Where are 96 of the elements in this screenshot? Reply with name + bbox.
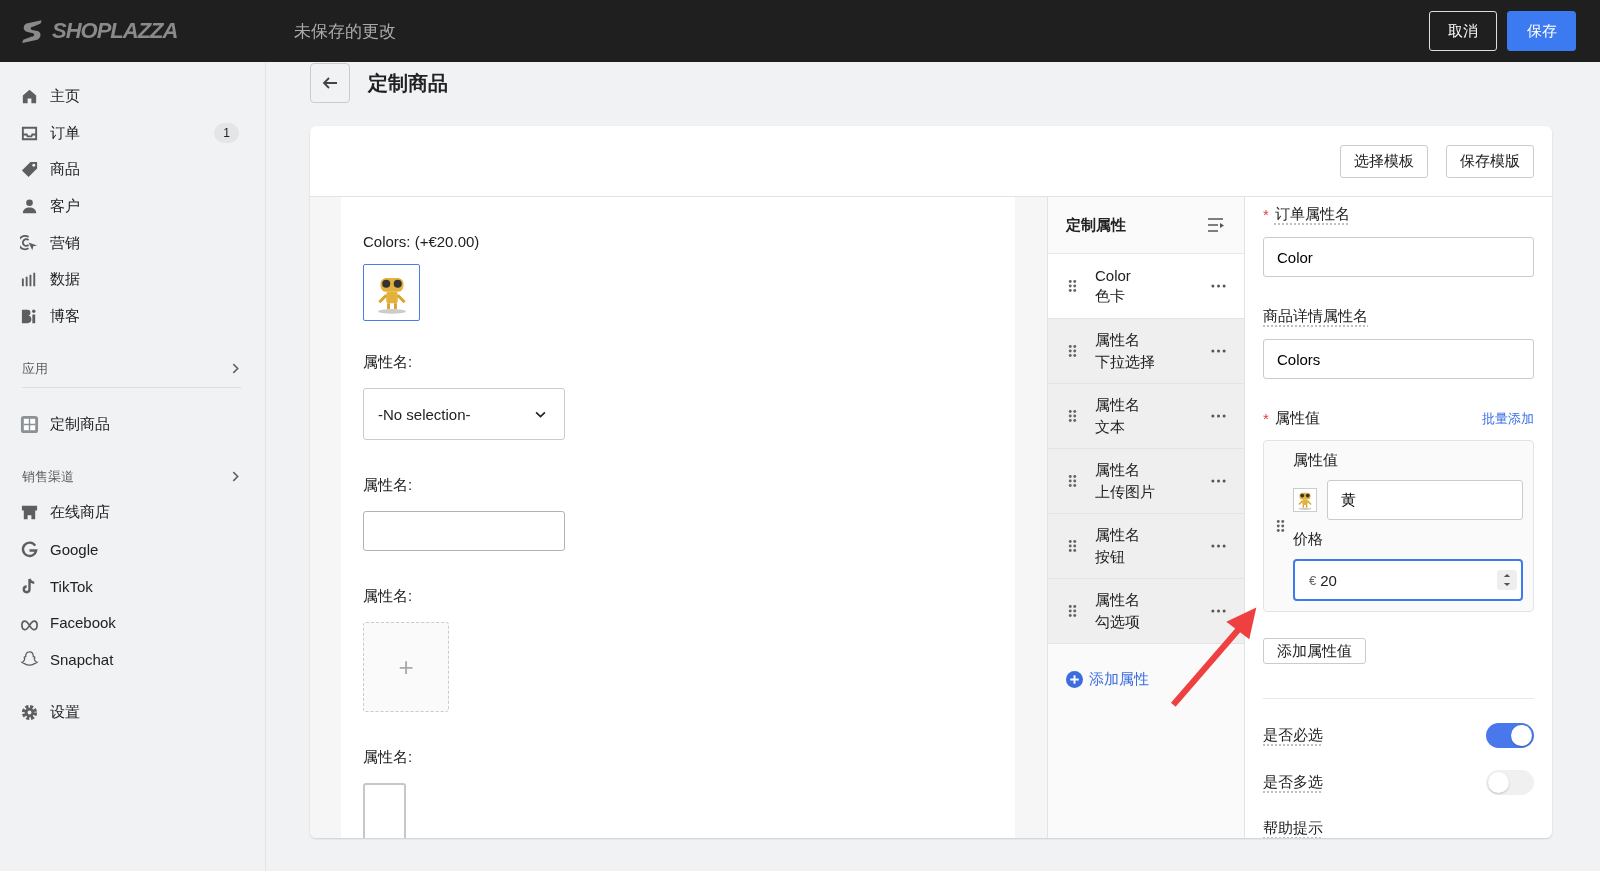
sidebar-item[interactable]: 商品 [20, 151, 245, 189]
chevron-right-icon[interactable] [230, 363, 241, 375]
attribute-type: 上传图片 [1095, 482, 1156, 502]
more-icon[interactable] [1211, 544, 1226, 548]
attribute-item[interactable]: 属性名 勾选项 [1048, 579, 1244, 644]
drag-handle-icon[interactable] [1276, 519, 1285, 533]
field-label: 属性值 [1293, 451, 1339, 470]
field-label: 属性名: [363, 587, 413, 606]
chevron-right-icon[interactable] [230, 471, 241, 482]
attribute-item[interactable]: 属性名 上传图片 [1048, 449, 1244, 514]
add-attribute-link[interactable]: 添加属性 [1048, 644, 1244, 715]
text-input[interactable]: 黄 [1327, 480, 1523, 520]
toggle-switch[interactable] [1486, 723, 1534, 748]
more-icon[interactable] [1211, 349, 1226, 353]
required-mark: * [1263, 206, 1269, 223]
attribute-name: 属性名 [1095, 395, 1141, 415]
text-input[interactable] [363, 511, 565, 551]
attribute-name: 属性名 [1095, 590, 1141, 610]
unsaved-changes-text: 未保存的更改 [294, 20, 396, 43]
count-badge: 1 [214, 123, 239, 144]
sidebar-item[interactable]: 客户 [20, 188, 245, 225]
tag-icon [20, 160, 39, 180]
attribute-type: 按钮 [1095, 547, 1126, 567]
settings-icon [20, 702, 39, 722]
toggle-label: 是否多选 [1263, 773, 1323, 792]
field-label: 属性值 [1274, 409, 1320, 428]
sidebar-item[interactable]: 在线商店 [20, 494, 245, 532]
toggle-label: 是否必选 [1263, 726, 1323, 745]
sidebar-item[interactable]: Google [20, 531, 245, 568]
image-swatch[interactable] [363, 264, 420, 321]
attribute-item[interactable]: Color 色卡 [1048, 254, 1244, 319]
field-label: 属性名: [363, 748, 413, 767]
field-label: 帮助提示 [1263, 819, 1324, 838]
logo-text: SHOPLAZZA [52, 18, 178, 44]
plus-circle-icon [1066, 671, 1083, 688]
drag-handle-icon[interactable] [1068, 344, 1077, 358]
attribute-name: 属性名 [1095, 330, 1141, 350]
attribute-name: 属性名 [1095, 525, 1141, 545]
sidebar-item[interactable]: Facebook [20, 604, 245, 642]
field-label: Colors: (+€20.00) [363, 233, 480, 250]
image-thumbnail[interactable] [1293, 488, 1317, 512]
field-label: 价格 [1293, 530, 1324, 549]
template-button[interactable]: 保存模版 [1446, 144, 1534, 178]
attribute-item[interactable]: 属性名 按钮 [1048, 514, 1244, 579]
text-input[interactable]: Color [1263, 237, 1534, 277]
page-title: 定制商品 [368, 70, 448, 96]
attribute-type: 色卡 [1095, 286, 1126, 306]
drag-handle-icon[interactable] [1068, 539, 1077, 553]
drag-handle-icon[interactable] [1068, 474, 1077, 488]
toggle-switch[interactable] [1486, 770, 1534, 795]
sidebar-item[interactable]: 定制商品 [20, 405, 245, 443]
sidebar-item[interactable]: 设置 [20, 693, 245, 731]
drag-handle-icon[interactable] [1068, 279, 1077, 293]
panel-title: 定制属性 [1066, 215, 1126, 235]
back-button[interactable] [310, 63, 350, 103]
person-icon [20, 196, 39, 216]
sidebar-item[interactable]: 营销 [20, 224, 245, 262]
field-label: 商品详情属性名 [1263, 307, 1368, 326]
attribute-type: 勾选项 [1095, 612, 1141, 632]
section-heading: 销售渠道 [22, 467, 74, 486]
grid-icon [20, 414, 39, 434]
sidebar-item[interactable]: 博客 [20, 298, 245, 335]
drag-handle-icon[interactable] [1068, 409, 1077, 423]
attribute-type: 下拉选择 [1095, 352, 1156, 372]
g-letter-icon [20, 540, 39, 560]
sidebar-item[interactable]: Snapchat [20, 641, 245, 678]
stepper-icon[interactable] [1497, 570, 1517, 590]
attribute-item[interactable]: 属性名 文本 [1048, 384, 1244, 449]
required-mark: * [1263, 410, 1269, 427]
list-collapse-icon[interactable] [1206, 215, 1226, 235]
save-button[interactable]: 保存 [1507, 11, 1576, 51]
sidebar-item[interactable]: 订单 1 [20, 114, 245, 152]
price-input[interactable]: € 20 [1293, 559, 1523, 601]
more-icon[interactable] [1211, 609, 1226, 613]
field-label: 订单属性名 [1274, 205, 1350, 224]
bulk-add-link[interactable]: 批量添加 [1482, 409, 1534, 428]
field-label: 属性名: [363, 476, 413, 495]
more-icon[interactable] [1211, 479, 1226, 483]
text-input[interactable]: Colors [1263, 339, 1534, 379]
sidebar-item[interactable]: 主页 [20, 78, 245, 115]
field-label: 属性名: [363, 353, 413, 372]
attribute-name: Color [1095, 266, 1132, 284]
sidebar-item[interactable]: TikTok [20, 567, 245, 605]
more-icon[interactable] [1211, 414, 1226, 418]
more-icon[interactable] [1211, 284, 1226, 288]
template-button[interactable]: 选择模板 [1340, 144, 1428, 178]
cancel-button[interactable]: 取消 [1429, 11, 1497, 51]
cursor-icon [20, 233, 39, 253]
drag-handle-icon[interactable] [1068, 604, 1077, 618]
dropdown-select[interactable]: -No selection- [363, 388, 565, 440]
sidebar-item[interactable]: 数据 [20, 261, 245, 299]
section-heading: 应用 [22, 359, 48, 378]
attribute-type: 文本 [1095, 417, 1126, 437]
attribute-item[interactable]: 属性名 下拉选择 [1048, 319, 1244, 384]
attribute-name: 属性名 [1095, 460, 1141, 480]
add-value-button[interactable]: 添加属性值 [1263, 638, 1366, 664]
